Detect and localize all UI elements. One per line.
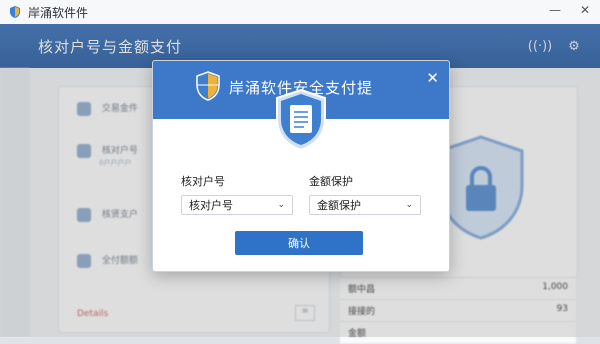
amount-protection-field: 金额保护 金额保护 ⌄ <box>309 173 421 215</box>
close-icon[interactable]: ✕ <box>426 69 439 87</box>
amount-protection-label: 金额保护 <box>309 175 353 188</box>
amount-protection-select[interactable]: 金额保护 ⌄ <box>309 195 421 215</box>
minimize-icon[interactable]: — <box>546 3 564 17</box>
security-dialog: 岸涌软件安全支付提 ✕ 核对户号 核对户号 ⌄ 金额保护 金额保护 ⌄ 确认 <box>152 60 450 272</box>
app-shield-icon <box>10 6 20 18</box>
title-bar: 岸涌软件件 — ✕ <box>0 0 600 25</box>
chevron-down-icon: ⌄ <box>277 200 285 210</box>
shield-logo-icon <box>196 71 220 101</box>
account-number-select[interactable]: 核对户号 ⌄ <box>181 195 293 215</box>
window-controls: — ✕ <box>546 3 594 17</box>
close-window-icon[interactable]: ✕ <box>576 3 594 17</box>
window-title: 岸涌软件件 <box>28 5 89 20</box>
account-number-label: 核对户号 <box>181 175 225 188</box>
account-number-field: 核对户号 核对户号 ⌄ <box>181 173 293 215</box>
app-window: 岸涌软件件 — ✕ 核对户号与金额支付 ((·)) ⚙ 交易金件 核对户号 0户… <box>0 0 600 344</box>
secure-document-shield-icon <box>276 89 326 151</box>
chevron-down-icon: ⌄ <box>405 200 413 210</box>
confirm-button[interactable]: 确认 <box>235 231 363 255</box>
